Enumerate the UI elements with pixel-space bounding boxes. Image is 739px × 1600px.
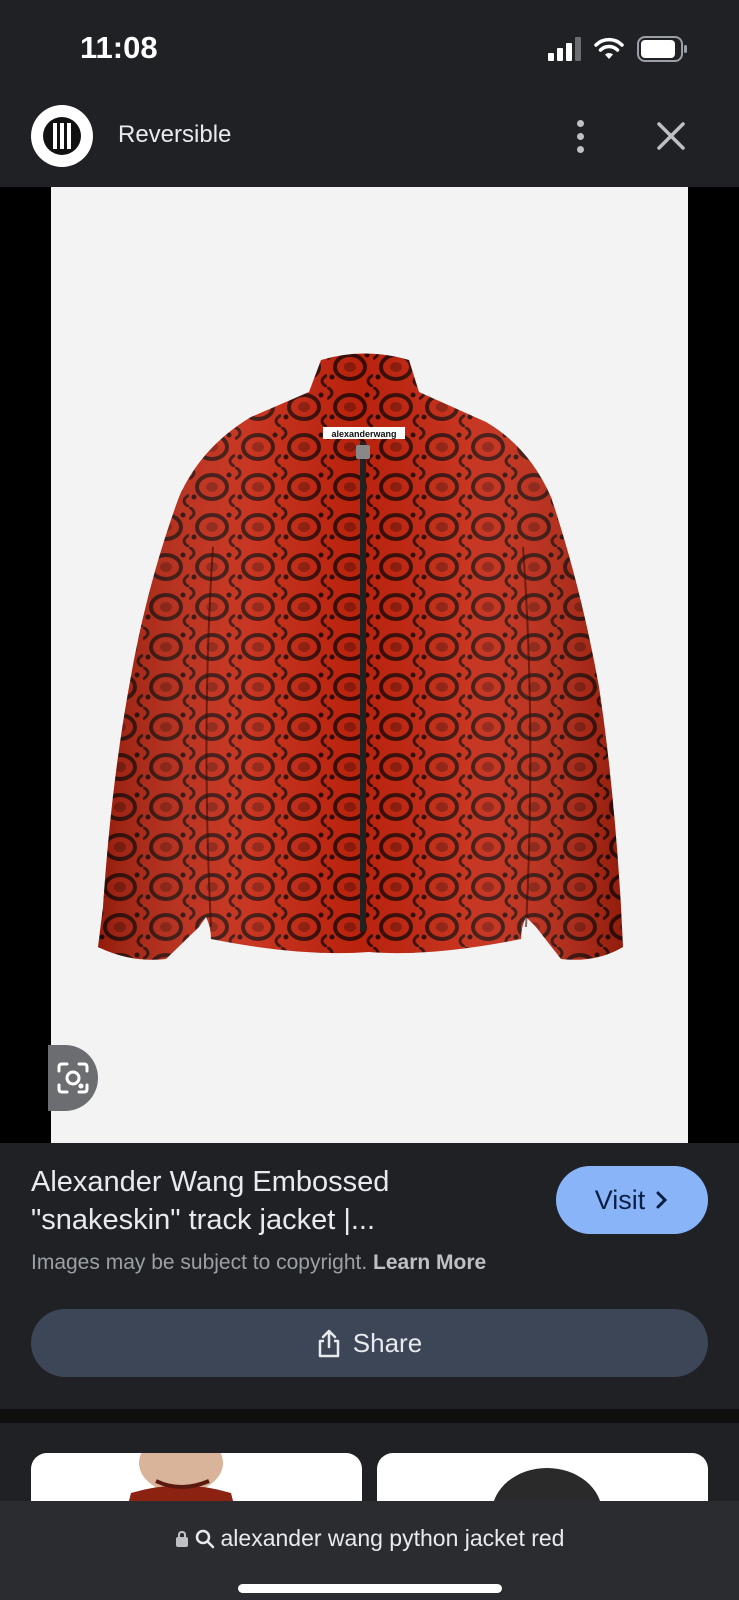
image-area: alexanderwang — [0, 187, 739, 1143]
section-divider — [0, 1409, 739, 1423]
viewer-header: Reversible — [0, 95, 739, 187]
site-logo-icon — [43, 117, 81, 155]
result-info-panel: Alexander Wang Embossed "snakeskin" trac… — [0, 1143, 739, 1409]
close-icon — [657, 122, 685, 150]
url-content: alexander wang python jacket red — [0, 1525, 739, 1552]
copyright-text: Images may be subject to copyright. — [31, 1251, 368, 1274]
jacket-image: alexanderwang — [98, 353, 623, 960]
close-button[interactable] — [650, 115, 692, 157]
product-image[interactable]: alexanderwang — [51, 187, 688, 1143]
url-bar[interactable]: alexander wang python jacket red — [0, 1501, 739, 1600]
learn-more-link[interactable]: Learn More — [373, 1251, 486, 1274]
related-card[interactable] — [377, 1453, 708, 1501]
image-viewer-page: 11:08 Reversible alexanderwang Alexander… — [0, 0, 739, 1600]
visit-button[interactable]: Visit — [556, 1166, 708, 1234]
lock-icon — [175, 1530, 188, 1547]
share-label: Share — [352, 1327, 423, 1358]
jacket-shape: alexanderwang — [98, 353, 623, 960]
search-icon — [195, 1529, 214, 1548]
related-thumbnail — [493, 1468, 601, 1501]
status-icons — [548, 36, 689, 62]
chevron-right-icon — [656, 1191, 668, 1209]
result-title[interactable]: Alexander Wang Embossed "snakeskin" trac… — [31, 1163, 511, 1239]
search-query: alexander wang python jacket red — [220, 1525, 565, 1551]
copyright-notice: Images may be subject to copyright. Lear… — [31, 1251, 486, 1275]
wifi-icon — [594, 37, 624, 59]
more-vert-icon — [576, 119, 584, 127]
share-icon — [318, 1329, 340, 1358]
site-name[interactable]: Reversible — [118, 121, 231, 149]
related-results — [0, 1423, 739, 1501]
status-bar: 11:08 — [0, 0, 739, 95]
related-card[interactable] — [31, 1453, 362, 1501]
visit-label: Visit — [594, 1184, 646, 1215]
share-button[interactable]: Share — [31, 1309, 708, 1377]
related-thumbnail — [129, 1453, 233, 1501]
collar-label: alexanderwang — [331, 429, 396, 439]
home-indicator[interactable] — [238, 1584, 502, 1593]
more-options-button[interactable] — [560, 113, 600, 159]
status-time: 11:08 — [80, 30, 158, 65]
signal-icon — [548, 37, 581, 61]
site-logo[interactable] — [31, 105, 93, 167]
battery-icon — [637, 36, 687, 62]
lens-icon — [57, 1062, 89, 1094]
